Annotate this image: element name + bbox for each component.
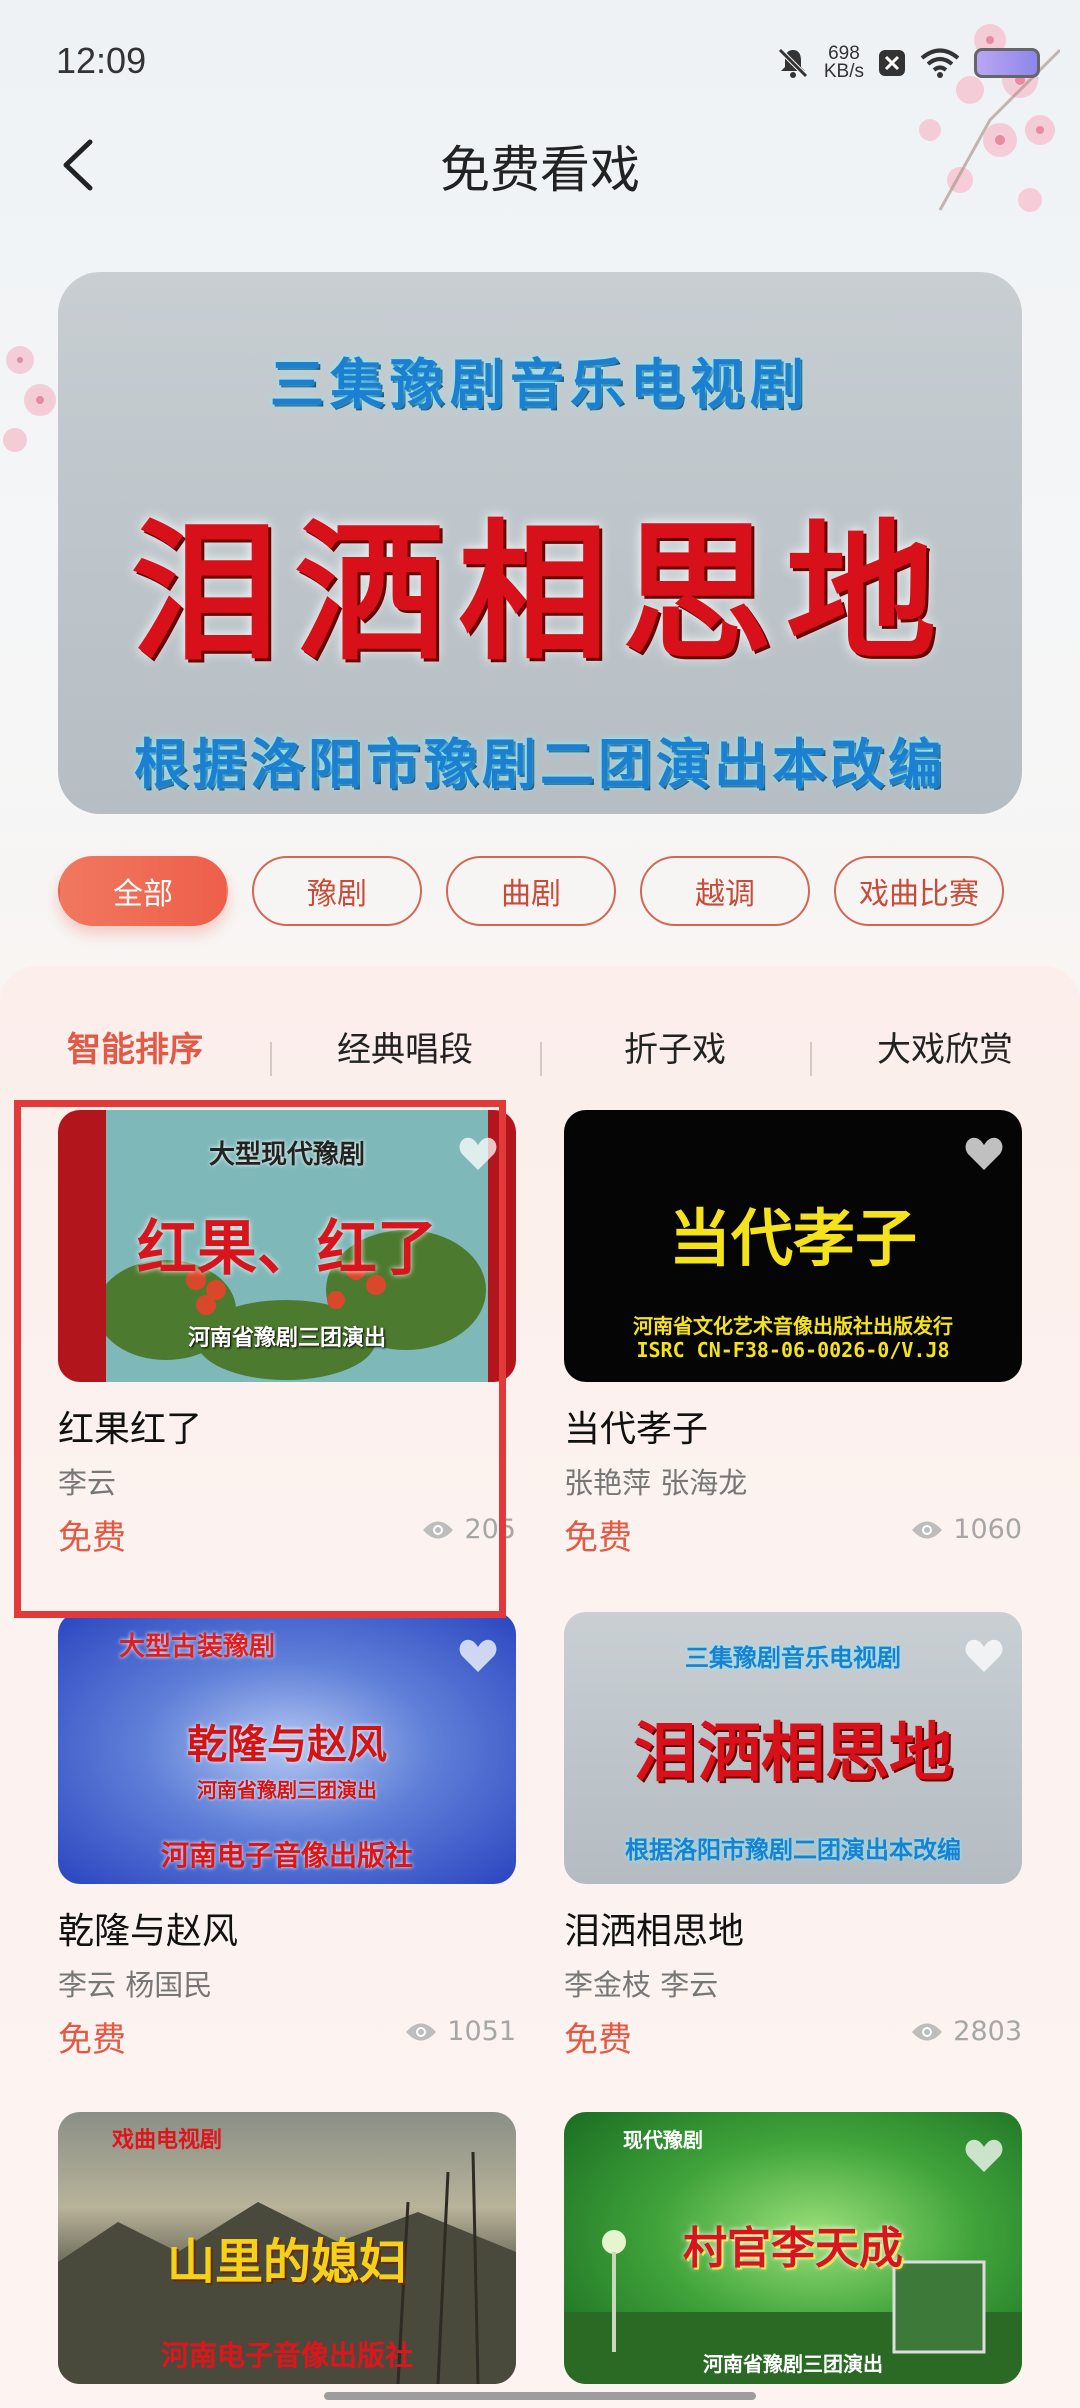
thumb-main-text: 山里的媳妇 (166, 2234, 407, 2290)
tab-divider (540, 1042, 542, 1076)
thumb-bottom-text: 河南电子音像出版社 (160, 1839, 413, 1872)
card-thumbnail: 当代孝子 河南省文化艺术音像出版社出版发行 ISRC CN-F38-06-002… (564, 1110, 1022, 1382)
favorite-heart-icon[interactable] (964, 1136, 1004, 1172)
favorite-heart-icon[interactable] (458, 1638, 498, 1674)
favorite-heart-icon[interactable] (964, 1638, 1004, 1674)
home-indicator[interactable] (324, 2392, 756, 2400)
thumb-bottom-text: 河南电子音像出版社 (160, 2339, 413, 2372)
banner-title: 泪洒相思地 (129, 505, 950, 681)
card-title: 红果红了 (58, 1409, 203, 1450)
tab-smart-sort[interactable]: 智能排序 (0, 1022, 270, 1071)
card-title: 乾隆与赵风 (58, 1911, 239, 1952)
eye-icon (912, 1521, 943, 1538)
card-views: 205 (422, 1514, 516, 1545)
eye-icon (912, 2023, 943, 2040)
view-count: 2803 (953, 2016, 1022, 2047)
card-artists: 张艳萍 张海龙 (564, 1466, 748, 1500)
opera-card[interactable]: 当代孝子 河南省文化艺术音像出版社出版发行 ISRC CN-F38-06-002… (564, 1110, 1022, 1600)
thumb-main-text: 红果、红了 (137, 1214, 437, 1284)
opera-card[interactable]: 戏曲电视剧 山里的媳妇 河南电子音像出版社 (58, 2112, 516, 2384)
tab-excerpts[interactable]: 折子戏 (540, 1022, 810, 1071)
thumb-top-text: 大型现代豫剧 (208, 1140, 365, 1170)
view-count: 205 (464, 1514, 516, 1545)
thumb-main-text: 当代孝子 (668, 1202, 917, 1275)
card-title: 泪洒相思地 (564, 1911, 745, 1952)
thumb-main-text: 乾隆与赵风 (187, 1722, 387, 1768)
banner-subtitle: 三集豫剧音乐电视剧 (270, 353, 810, 416)
opera-card[interactable]: 大型现代豫剧 红果、红了 河南省豫剧三团演出 红果红了 李云 免费 205 (58, 1110, 516, 1600)
tab-classic-arias[interactable]: 经典唱段 (270, 1022, 540, 1071)
chip-yuju[interactable]: 豫剧 (252, 856, 422, 926)
card-artists: 李金枝 李云 (564, 1968, 719, 2002)
thumb-top-text: 三集豫剧音乐电视剧 (685, 1644, 901, 1672)
thumb-sub-text: 河南省豫剧三团演出 (197, 1778, 377, 1802)
card-thumbnail: 大型古装豫剧 乾隆与赵风 河南省豫剧三团演出 河南电子音像出版社 (58, 1612, 516, 1884)
banner-note: 根据洛阳市豫剧二团演出本改编 (134, 733, 946, 796)
thumb-main-text: 村官李天成 (683, 2223, 903, 2274)
thumb-bottom-text: 河南省豫剧三团演出 (703, 2352, 883, 2376)
opera-card[interactable]: 现代豫剧 村官李天成 河南省豫剧三团演出 (564, 2112, 1022, 2384)
thumb-bottom-text: 根据洛阳市豫剧二团演出本改编 (625, 1836, 961, 1864)
chip-yuediao[interactable]: 越调 (640, 856, 810, 926)
thumb-main-text: 泪洒相思地 (633, 1716, 953, 1791)
eye-icon (423, 1521, 454, 1538)
status-bar: 12:09 698 KB/s (0, 0, 1080, 120)
card-artists: 李云 (58, 1466, 117, 1500)
status-time: 12:09 (56, 40, 147, 81)
card-price: 免费 (58, 2020, 126, 2060)
net-speed-unit: KB/s (823, 61, 864, 82)
chip-competition[interactable]: 戏曲比赛 (834, 856, 1004, 926)
battery-icon (974, 48, 1040, 78)
tab-full-plays[interactable]: 大戏欣赏 (810, 1022, 1080, 1071)
page-title: 免费看戏 (440, 141, 640, 199)
thumb-top-text: 大型古装豫剧 (118, 1632, 275, 1662)
category-chips: 全部 豫剧 曲剧 越调 戏曲比赛 (58, 856, 1004, 926)
card-thumbnail: 大型现代豫剧 红果、红了 河南省豫剧三团演出 (58, 1110, 516, 1382)
mute-icon (778, 48, 808, 78)
featured-banner[interactable]: 三集豫剧音乐电视剧 泪洒相思地 根据洛阳市豫剧二团演出本改编 (58, 272, 1022, 814)
opera-card[interactable]: 三集豫剧音乐电视剧 泪洒相思地 根据洛阳市豫剧二团演出本改编 泪洒相思地 李金枝… (564, 1612, 1022, 2102)
thumb-top-text: 现代豫剧 (623, 2128, 703, 2152)
thumb-top-text: 戏曲电视剧 (111, 2128, 222, 2153)
favorite-heart-icon[interactable] (458, 1136, 498, 1172)
card-price: 免费 (564, 2020, 632, 2060)
thumb-isrc-text: ISRC CN-F38-06-0026-0/V.J8 (636, 1338, 950, 1362)
opera-card[interactable]: 大型古装豫剧 乾隆与赵风 河南省豫剧三团演出 河南电子音像出版社 乾隆与赵风 李… (58, 1612, 516, 2102)
card-views: 1051 (405, 2016, 516, 2047)
favorite-heart-icon[interactable] (964, 2138, 1004, 2174)
card-thumbnail: 三集豫剧音乐电视剧 泪洒相思地 根据洛阳市豫剧二团演出本改编 (564, 1612, 1022, 1884)
card-artists: 李云 杨国民 (58, 1968, 213, 2002)
card-thumbnail: 现代豫剧 村官李天成 河南省豫剧三团演出 (564, 2112, 1022, 2384)
view-count: 1051 (447, 2016, 516, 2047)
card-views: 1060 (911, 1514, 1022, 1545)
view-count: 1060 (953, 1514, 1022, 1545)
close-app-icon (879, 50, 905, 76)
card-price: 免费 (564, 1518, 632, 1558)
eye-icon (406, 2023, 437, 2040)
chip-quju[interactable]: 曲剧 (446, 856, 616, 926)
wifi-icon (920, 48, 960, 78)
chip-all[interactable]: 全部 (58, 856, 228, 926)
tab-divider (810, 1042, 812, 1076)
tab-divider (270, 1042, 272, 1076)
page: 12:09 698 KB/s 免费看戏 三集豫剧音乐电视剧 泪洒相思地 根据洛阳… (0, 0, 1080, 2408)
net-speed: 698 KB/s (823, 44, 864, 82)
thumb-bottom-text: 河南省文化艺术音像出版社出版发行 (633, 1314, 953, 1338)
thumb-bottom-text: 河南省豫剧三团演出 (187, 1326, 386, 1351)
card-views: 2803 (911, 2016, 1022, 2047)
card-price: 免费 (58, 1518, 126, 1558)
card-title: 当代孝子 (564, 1409, 709, 1450)
status-icons: 698 KB/s (776, 38, 1040, 88)
card-thumbnail: 戏曲电视剧 山里的媳妇 河南电子音像出版社 (58, 2112, 516, 2384)
